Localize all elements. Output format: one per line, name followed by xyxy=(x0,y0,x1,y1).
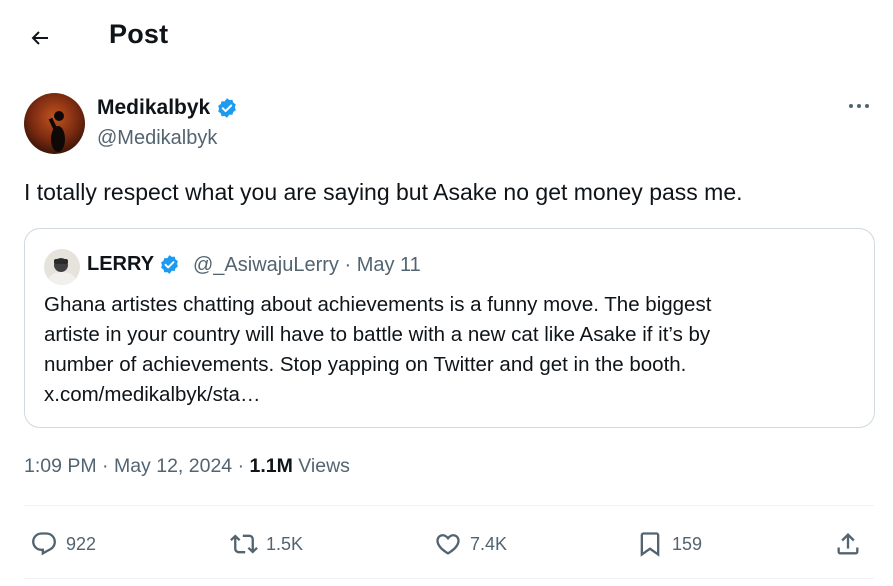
views-label: Views xyxy=(298,455,350,477)
post-time[interactable]: 1:09 PM xyxy=(24,455,97,477)
top-bar: Post xyxy=(0,0,893,72)
reply-button[interactable]: 922 xyxy=(30,522,96,566)
views-count: 1.1M xyxy=(249,455,293,477)
author-handle[interactable]: @Medikalbyk xyxy=(97,127,217,150)
meta-separator: · xyxy=(237,455,250,477)
heart-icon xyxy=(436,534,460,555)
arrow-left-icon xyxy=(31,31,48,45)
share-button[interactable] xyxy=(834,522,862,566)
back-button[interactable] xyxy=(22,20,58,56)
post-text: I totally respect what you are saying bu… xyxy=(24,179,743,205)
repost-icon xyxy=(230,534,258,554)
verified-badge-icon xyxy=(161,255,178,274)
quoted-avatar-image xyxy=(44,249,80,285)
quoted-post[interactable]: LERRY @_AsiwajuLerry · May 11 Ghana arti… xyxy=(24,228,875,428)
quoted-author-name-text: LERRY xyxy=(87,253,155,275)
like-button[interactable]: 7.4K xyxy=(434,522,507,566)
divider xyxy=(24,578,874,579)
quoted-handle: @_AsiwajuLerry xyxy=(193,254,339,276)
repost-button[interactable]: 1.5K xyxy=(230,522,303,566)
post-date[interactable]: May 12, 2024 xyxy=(114,455,232,477)
repost-count: 1.5K xyxy=(266,533,304,554)
more-options-button[interactable] xyxy=(844,94,874,118)
divider xyxy=(24,505,874,506)
quoted-post-text: Ghana artistes chatting about achievemen… xyxy=(44,290,844,410)
quoted-avatar xyxy=(44,249,80,285)
page-title: Post xyxy=(109,19,169,49)
like-count: 7.4K xyxy=(470,533,508,554)
post-author: Medikalbyk @Medikalbyk xyxy=(24,92,874,156)
meta-separator: · xyxy=(102,455,114,477)
quoted-date: May 11 xyxy=(356,254,421,276)
quoted-meta: @_AsiwajuLerry · May 11 xyxy=(193,254,421,277)
quoted-link[interactable]: x.com/medikalbyk/sta… xyxy=(44,380,844,410)
post-metadata: 1:09 PM · May 12, 2024 · 1.1M Views xyxy=(24,455,350,478)
quoted-text-line: Ghana artistes chatting about achievemen… xyxy=(44,293,712,316)
quoted-author-name: LERRY xyxy=(87,253,180,276)
avatar[interactable] xyxy=(24,93,85,154)
author-name[interactable]: Medikalbyk xyxy=(97,96,238,120)
avatar-image xyxy=(24,93,85,154)
bookmark-count: 159 xyxy=(672,533,703,554)
quoted-text-line: number of achievements. Stop yapping on … xyxy=(44,353,687,376)
bookmark-icon xyxy=(640,532,660,557)
quoted-text-line: artiste in your country will have to bat… xyxy=(44,323,711,346)
action-bar: 922 1.5K 7.4K 159 xyxy=(24,522,874,566)
reply-count: 922 xyxy=(66,533,97,554)
share-icon xyxy=(837,533,859,555)
reply-icon xyxy=(32,532,56,556)
quoted-separator: · xyxy=(344,254,357,276)
more-horizontal-icon xyxy=(849,104,869,108)
bookmark-button[interactable]: 159 xyxy=(636,522,702,566)
author-name-text: Medikalbyk xyxy=(97,96,211,119)
verified-badge-icon xyxy=(218,98,237,118)
